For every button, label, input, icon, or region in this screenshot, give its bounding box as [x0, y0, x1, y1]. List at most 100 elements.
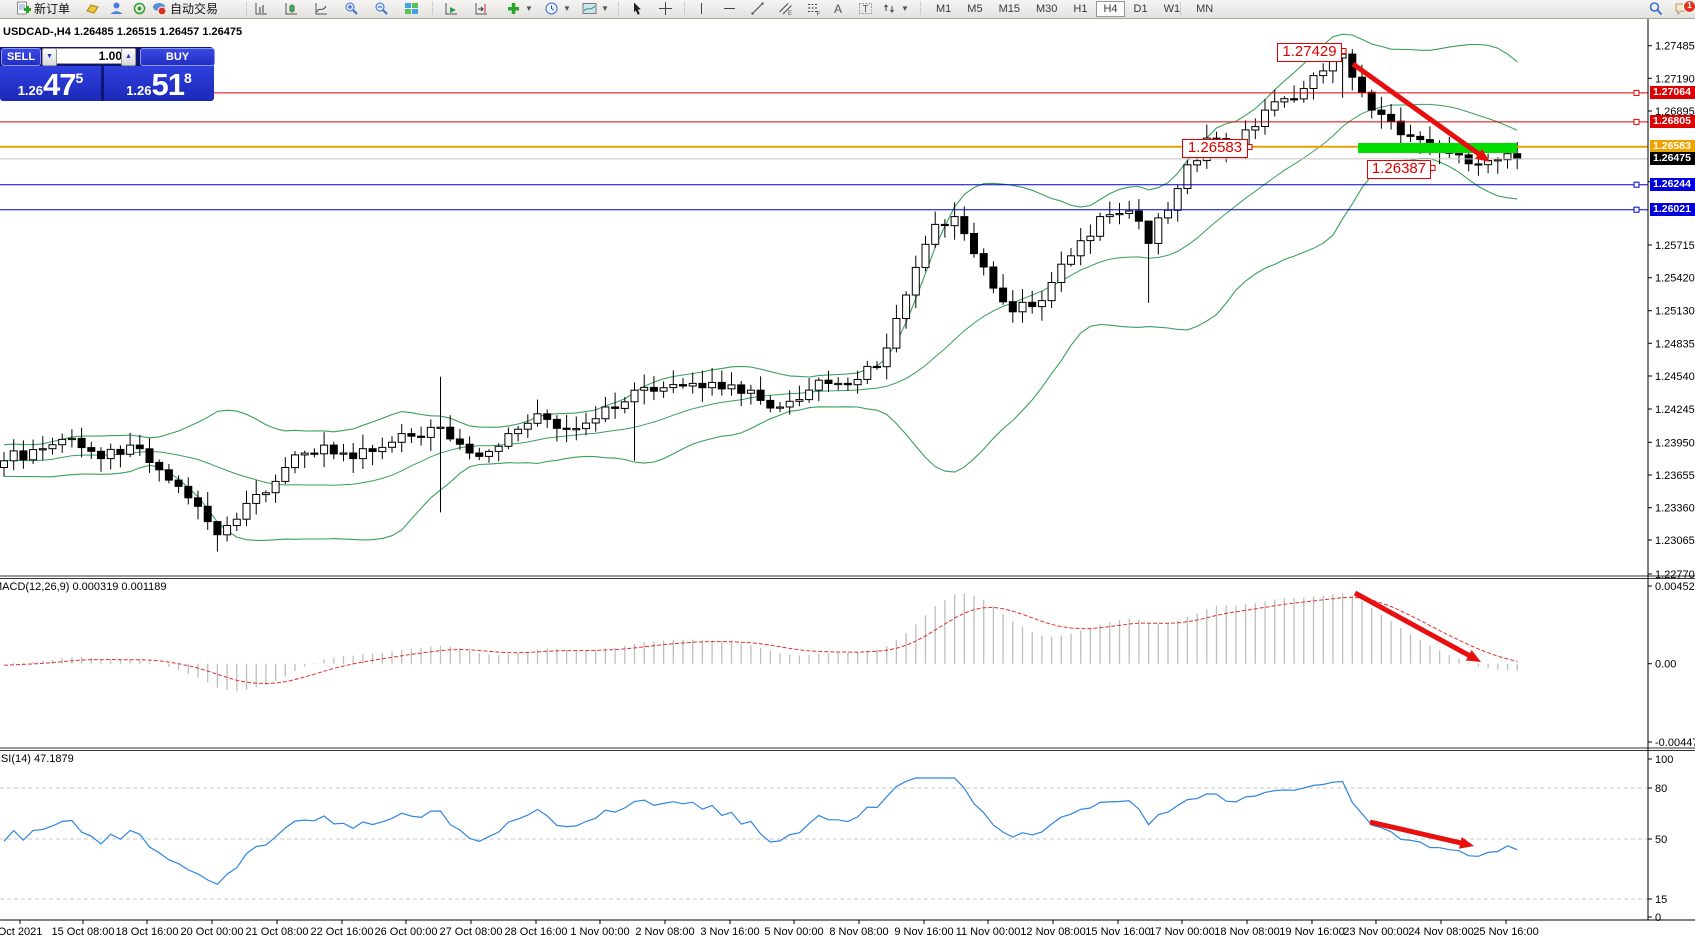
axis-tick-label: 26 Oct 00:00: [375, 926, 438, 938]
axis-tick-label: 0.00: [1655, 659, 1676, 671]
new-order-button[interactable]: 新订单: [14, 0, 72, 17]
vline-tool-button[interactable]: [692, 0, 711, 17]
crosshair-icon: [658, 1, 673, 16]
axis-tick-label: 11 Nov 00:00: [956, 926, 1021, 938]
axis-tick-label: 1.23655: [1655, 470, 1695, 482]
price-badge: 1.26805: [1650, 115, 1695, 128]
timeframe-h4[interactable]: H4: [1096, 1, 1124, 17]
vertical-line-icon: [694, 1, 709, 16]
axis-tick-label: 18 Oct 16:00: [116, 926, 179, 938]
axis-tick-label: 1.24540: [1655, 371, 1695, 383]
crosshair-tool-button[interactable]: [656, 0, 675, 17]
timeframe-w1[interactable]: W1: [1157, 1, 1188, 17]
tile-windows-button[interactable]: [402, 0, 421, 17]
axis-tick-label: 25 Nov 16:00: [1473, 926, 1538, 938]
gold-bar-icon: [85, 1, 100, 16]
auto-scroll-button[interactable]: [442, 0, 461, 17]
axis-tick-label: 1.25420: [1655, 273, 1695, 285]
axis-tick-label: 22 Oct 16:00: [311, 926, 374, 938]
market-depth-button[interactable]: [83, 0, 102, 17]
low-price-callout[interactable]: 1.26387: [1367, 160, 1431, 179]
axis-tick-label: 0: [1655, 912, 1661, 924]
axis-tick-label: 100: [1655, 754, 1673, 766]
search-button[interactable]: [1646, 0, 1665, 17]
autotrading-button[interactable]: 自动交易: [150, 0, 220, 17]
axis-tick-label: 15: [1655, 894, 1667, 906]
text-tool-button[interactable]: A: [832, 0, 844, 17]
hline-tool-button[interactable]: [720, 0, 739, 17]
axis-tick-label: 24 Nov 08:00: [1408, 926, 1473, 938]
volume-increase-button[interactable]: ▲: [121, 48, 136, 66]
axis-tick-label: 0.004524: [1655, 581, 1695, 593]
timeframe-h1[interactable]: H1: [1066, 1, 1094, 17]
axis-tick-label: 1.23065: [1655, 535, 1695, 547]
trendline-tool-button[interactable]: [748, 0, 767, 17]
level-price-callout[interactable]: 1.26583: [1182, 139, 1248, 158]
new-order-label: 新订单: [34, 0, 70, 17]
bar-chart-icon: [254, 1, 269, 16]
periods-button[interactable]: ▼: [542, 0, 573, 17]
add-indicator-icon: [506, 1, 521, 16]
buy-button[interactable]: BUY: [140, 48, 215, 66]
axis-tick-label: 12 Nov 08:00: [1020, 926, 1085, 938]
sell-price-main: 47: [43, 70, 75, 100]
axis-tick-label: 17 Nov 00:00: [1149, 926, 1214, 938]
cursor-tool-button[interactable]: [628, 0, 647, 17]
add-indicator-button[interactable]: ▼: [504, 0, 535, 17]
chevron-down-icon: ▼: [525, 4, 533, 13]
price-badge: 1.26021: [1650, 203, 1695, 216]
toolbar-separator: [684, 2, 685, 15]
price-badge: 1.26475: [1650, 152, 1695, 165]
chevron-down-icon: ▼: [563, 4, 571, 13]
sell-price[interactable]: 1.26 47 5: [0, 66, 101, 101]
axis-tick-label: 23 Nov 00:00: [1343, 926, 1408, 938]
timeframe-m15[interactable]: M15: [992, 1, 1027, 17]
community-button[interactable]: [107, 0, 126, 17]
channel-tool-button[interactable]: E: [776, 0, 795, 17]
axis-tick-label: 20 Oct 00:00: [181, 926, 244, 938]
axis-tick-label: 15 Oct 08:00: [52, 926, 115, 938]
toolbar-separator: [618, 2, 619, 15]
high-price-callout[interactable]: 1.27429: [1277, 43, 1342, 62]
fibonacci-tool-button[interactable]: F: [804, 0, 823, 17]
sell-button[interactable]: SELL: [1, 48, 41, 66]
axis-tick-label: 1.25715: [1655, 240, 1695, 252]
arrows-tool-button[interactable]: ▼: [880, 0, 911, 17]
templates-button[interactable]: ▼: [580, 0, 611, 17]
fibonacci-icon: F: [806, 1, 821, 16]
person-icon: [109, 1, 124, 16]
timeframe-mn[interactable]: MN: [1189, 1, 1220, 17]
volume-decrease-button[interactable]: ▼: [42, 48, 57, 66]
zoom-in-button[interactable]: [342, 0, 361, 17]
volume-input[interactable]: [56, 48, 126, 64]
bar-chart-button[interactable]: [252, 0, 271, 17]
signals-button[interactable]: [130, 0, 149, 17]
horizontal-line-icon: [722, 1, 737, 16]
timeframe-m1[interactable]: M1: [929, 1, 958, 17]
axis-tick-label: 28 Oct 16:00: [505, 926, 568, 938]
search-icon: [1648, 1, 1663, 16]
toolbar-separator: [1180, 2, 1181, 15]
signal-icon: [132, 1, 147, 16]
axis-tick-label: 1.27485: [1655, 41, 1695, 53]
buy-price[interactable]: 1.26 51 8: [104, 66, 214, 101]
symbol-info: USDCAD-,H4 1.26485 1.26515 1.26457 1.264…: [3, 26, 242, 38]
axis-tick-label: 80: [1655, 783, 1667, 795]
timeframe-m5[interactable]: M5: [960, 1, 989, 17]
chart-shift-button[interactable]: [472, 0, 491, 17]
trendline-icon: [750, 1, 765, 16]
price-chart[interactable]: 1.274851.271901.268951.263051.257151.254…: [0, 0, 1695, 938]
zoom-out-button[interactable]: [372, 0, 391, 17]
line-chart-button[interactable]: [312, 0, 331, 17]
label-tool-button[interactable]: T: [856, 0, 875, 17]
auto-scroll-icon: [444, 1, 459, 16]
axis-tick-label: 2 Nov 08:00: [635, 926, 694, 938]
timeframe-d1[interactable]: D1: [1127, 1, 1155, 17]
sell-price-prefix: 1.26: [18, 83, 43, 98]
channel-icon: E: [778, 1, 793, 16]
arrows-icon: [882, 1, 897, 16]
timeframe-m30[interactable]: M30: [1029, 1, 1064, 17]
candlestick-chart-button[interactable]: [282, 0, 301, 17]
axis-tick-label: 3 Nov 16:00: [700, 926, 759, 938]
axis-tick-label: 8 Nov 08:00: [829, 926, 888, 938]
